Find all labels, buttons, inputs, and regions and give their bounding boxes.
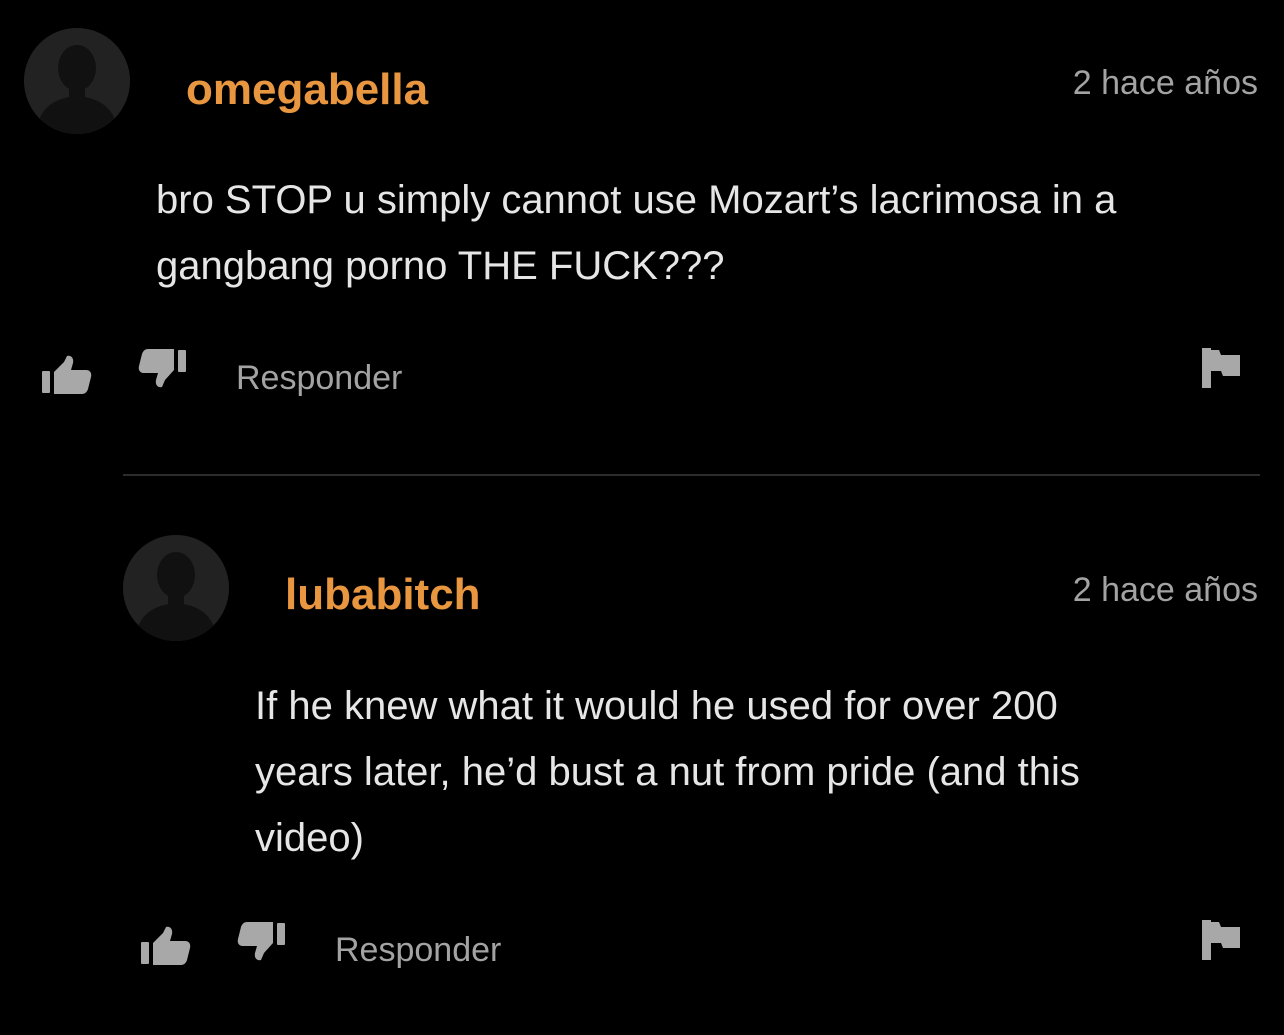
reply-button[interactable]: Responder	[335, 933, 501, 967]
comment-text-line: gangbang porno THE FUCK???	[156, 244, 725, 288]
like-button[interactable]	[40, 355, 94, 395]
flag-icon	[1202, 348, 1240, 388]
comment-text: If he knew what it would he used for ove…	[255, 673, 1080, 871]
report-button[interactable]	[1201, 919, 1241, 961]
flag-icon	[1202, 920, 1240, 960]
avatar[interactable]	[24, 28, 130, 134]
comment-text-line: If he knew what it would he used for ove…	[255, 684, 1058, 728]
comment-text-line: years later, he’d bust a nut from pride …	[255, 750, 1080, 794]
like-button[interactable]	[139, 926, 193, 966]
thumbs-up-icon	[141, 926, 191, 965]
timestamp: 2 hace años	[1072, 64, 1258, 102]
timestamp: 2 hace años	[1072, 571, 1258, 609]
comment-text: bro STOP u simply cannot use Mozart’s la…	[156, 167, 1116, 299]
default-user-avatar-icon	[24, 28, 130, 134]
thumbs-up-icon	[42, 355, 92, 394]
dislike-button[interactable]	[237, 922, 289, 962]
comment-divider	[123, 474, 1260, 476]
username[interactable]: lubabitch	[285, 573, 481, 617]
comment-text-line: bro STOP u simply cannot use Mozart’s la…	[156, 178, 1117, 222]
thumbs-down-icon	[237, 922, 285, 961]
comment-text-line: video)	[255, 816, 364, 860]
dislike-button[interactable]	[138, 349, 190, 389]
report-button[interactable]	[1201, 347, 1241, 389]
reply-button[interactable]: Responder	[236, 361, 402, 395]
thumbs-down-icon	[138, 349, 186, 388]
avatar[interactable]	[123, 535, 229, 641]
default-user-avatar-icon	[123, 535, 229, 641]
username[interactable]: omegabella	[186, 68, 428, 112]
